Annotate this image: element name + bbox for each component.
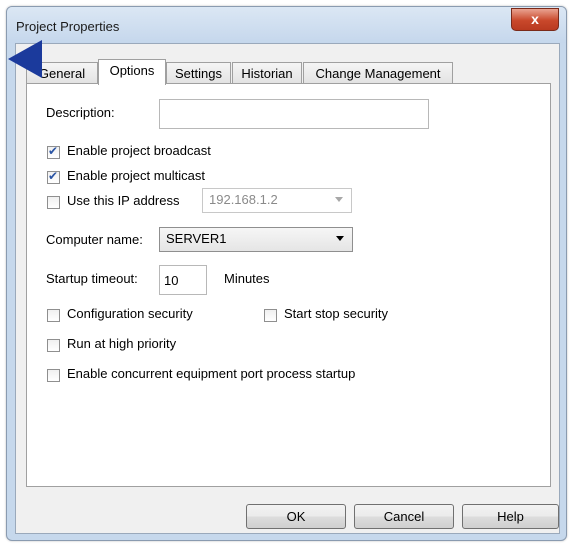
high-priority-label: Run at high priority <box>67 336 177 351</box>
use-ip-checkbox[interactable] <box>47 196 60 209</box>
close-icon: x <box>531 11 539 27</box>
startup-timeout-label: Startup timeout: <box>46 271 138 286</box>
tab-historian[interactable]: Historian <box>232 62 302 84</box>
start-stop-security-label: Start stop security <box>284 306 389 321</box>
broadcast-checkbox[interactable] <box>47 144 60 159</box>
close-button[interactable]: x <box>511 8 559 31</box>
tab-options[interactable]: Options <box>98 59 166 85</box>
start-stop-security-checkbox[interactable] <box>264 309 277 322</box>
project-properties-dialog: Project Properties x General Options Set… <box>6 6 567 541</box>
concurrent-startup-label: Enable concurrent equipment port process… <box>67 366 356 381</box>
config-security-checkbox[interactable] <box>47 309 60 322</box>
title-bar[interactable]: Project Properties x <box>7 7 566 43</box>
config-security-label: Configuration security <box>67 306 193 321</box>
tab-change-management[interactable]: Change Management <box>303 62 453 84</box>
broadcast-label: Enable project broadcast <box>67 143 211 158</box>
tab-settings[interactable]: Settings <box>166 62 231 84</box>
ok-button[interactable]: OK <box>246 504 346 529</box>
startup-timeout-input[interactable]: 10 <box>159 265 207 295</box>
cancel-button[interactable]: Cancel <box>354 504 454 529</box>
description-input[interactable] <box>159 99 429 129</box>
options-panel: Description: Enable project broadcast En… <box>26 83 551 487</box>
use-ip-label: Use this IP address <box>67 193 180 208</box>
ip-address-dropdown[interactable]: 192.168.1.2 <box>202 188 352 213</box>
multicast-checkbox[interactable] <box>47 169 60 184</box>
startup-timeout-value: 10 <box>164 273 179 288</box>
help-button[interactable]: Help <box>462 504 559 529</box>
high-priority-checkbox[interactable] <box>47 339 60 352</box>
computer-name-dropdown[interactable]: SERVER1 <box>159 227 353 252</box>
ip-address-value: 192.168.1.2 <box>209 192 278 207</box>
dialog-title: Project Properties <box>16 19 120 34</box>
dialog-body: General Options Settings Historian Chang… <box>15 43 560 534</box>
pointer-arrow-icon <box>8 40 42 78</box>
description-label: Description: <box>46 105 115 120</box>
chevron-down-icon <box>335 197 343 202</box>
computer-name-label: Computer name: <box>46 232 143 247</box>
computer-name-value: SERVER1 <box>166 231 227 246</box>
concurrent-startup-checkbox[interactable] <box>47 369 60 382</box>
chevron-down-icon <box>336 236 344 241</box>
minutes-label: Minutes <box>224 271 270 286</box>
multicast-label: Enable project multicast <box>67 168 206 183</box>
